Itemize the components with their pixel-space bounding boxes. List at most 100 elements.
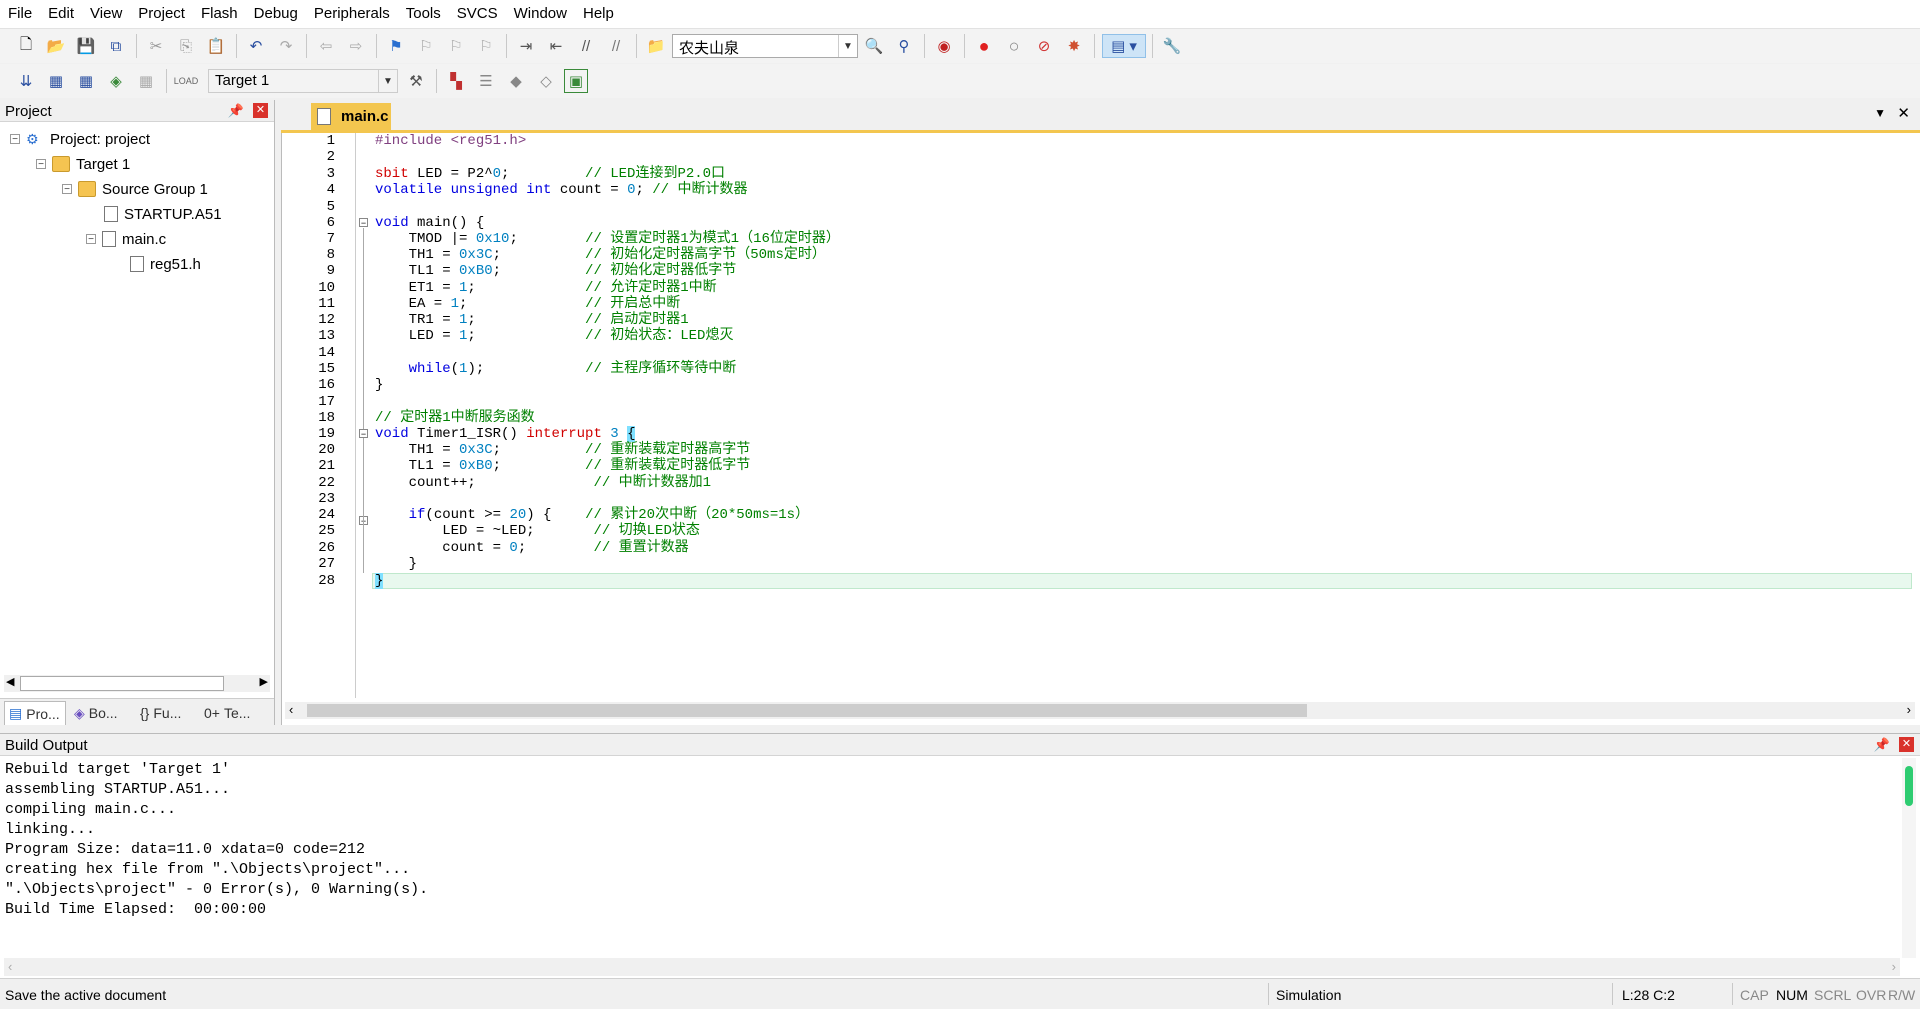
indent-icon[interactable]: ⇥ [514,34,538,58]
scroll-thumb[interactable] [307,704,1307,717]
breakpoint-disable-all-icon[interactable]: ⊘ [1032,34,1056,58]
code-line[interactable]: if(count >= 20) { // 累计20次中断（20*50ms=1s） [375,507,809,523]
tree-file-reg51[interactable]: reg51.h [130,253,201,275]
code-line[interactable]: TL1 = 0xB0; // 重新装载定时器低字节 [375,458,751,474]
scroll-right-icon[interactable]: ▶ [260,675,268,688]
bookmark-next-icon[interactable]: ⚐ [444,34,468,58]
breakpoint-disable-icon[interactable]: ○ [1002,34,1026,58]
debug-session-icon[interactable]: ◉ [932,34,956,58]
breakpoint-insert-icon[interactable]: ● [972,34,996,58]
collapse-icon[interactable]: − [86,234,96,245]
code-line[interactable]: TR1 = 1; // 启动定时器1 [375,312,689,328]
menu-view[interactable]: View [82,0,130,28]
tab-books[interactable]: ◈ Bo... [70,701,130,725]
open-file-icon[interactable]: 📂 [44,34,68,58]
save-all-icon[interactable]: ⧉ [104,34,128,58]
collapse-icon[interactable]: − [62,184,72,195]
pack-installer-icon[interactable]: ◇ [534,69,558,93]
bookmark-prev-icon[interactable]: ⚐ [414,34,438,58]
tab-main-c[interactable]: main.c [311,103,391,130]
undo-icon[interactable]: ↶ [244,34,268,58]
scroll-right-icon[interactable]: › [1907,702,1911,717]
code-line[interactable]: LED = ~LED; // 切换LED状态 [375,523,700,539]
rebuild-icon[interactable]: ▦ [74,69,98,93]
collapse-icon[interactable]: − [36,159,46,170]
save-icon[interactable]: 💾 [74,34,98,58]
code-line[interactable]: count = 0; // 重置计数器 [375,540,688,556]
tree-project-root[interactable]: − ⚙ Project: project [10,128,150,150]
bookmark-toggle-icon[interactable]: ⚑ [384,34,408,58]
menu-peripherals[interactable]: Peripherals [306,0,398,28]
code-line[interactable]: } [375,556,417,572]
configure-icon[interactable]: 🔧 [1160,34,1184,58]
menu-project[interactable]: Project [130,0,193,28]
tree-file-main[interactable]: − main.c [86,228,166,250]
batch-build-icon[interactable]: ◈ [104,69,128,93]
select-packs-icon[interactable]: ☰ [474,69,498,93]
tab-functions[interactable]: {} Fu... [136,701,196,725]
find-combo[interactable]: 农夫山泉 ▼ [672,34,858,58]
build-vscroll[interactable] [1902,758,1916,958]
code-line[interactable]: } [375,377,383,393]
scroll-left-icon[interactable]: ‹ [8,959,12,974]
fold-toggle-icon[interactable]: − [359,429,368,439]
tree-target[interactable]: − Target 1 [36,153,130,175]
scroll-thumb[interactable] [1905,766,1913,806]
find-in-files-icon[interactable]: 📁 [644,34,668,58]
navigate-forward-icon[interactable]: ⇨ [344,34,368,58]
menu-window[interactable]: Window [506,0,575,28]
menu-edit[interactable]: Edit [40,0,82,28]
scroll-right-icon[interactable]: › [1892,959,1896,974]
new-file-icon[interactable]: 🗋 [14,34,38,58]
code-line[interactable]: void main() { [375,215,484,231]
collapse-icon[interactable]: − [10,134,20,145]
scroll-left-icon[interactable]: ◀ [6,675,14,688]
target-options-icon[interactable]: ⚒ [404,69,428,93]
code-line[interactable]: void Timer1_ISR() interrupt 3 { [375,426,636,442]
menu-svcs[interactable]: SVCS [449,0,506,28]
incremental-find-icon[interactable]: ⚲ [892,34,916,58]
window-layout-icon[interactable]: ▤ ▾ [1102,34,1146,58]
chevron-down-icon[interactable]: ▼ [378,70,397,92]
menu-help[interactable]: Help [575,0,622,28]
menu-tools[interactable]: Tools [398,0,449,28]
code-line[interactable]: volatile unsigned int count = 0; // 中断计数… [375,182,748,198]
code-line[interactable]: TH1 = 0x3C; // 重新装载定时器高字节 [375,442,751,458]
translate-icon[interactable]: ⇊ [14,69,38,93]
fold-toggle-icon[interactable]: − [359,218,368,228]
pin-icon[interactable]: 📌 [1874,737,1890,753]
editor-hscroll[interactable]: ‹ › [285,702,1915,719]
manage-rte-icon[interactable]: ◆ [504,69,528,93]
code-line[interactable]: EA = 1; // 开启总中断 [375,296,681,312]
code-line[interactable]: LED = 1; // 初始状态：LED熄灭 [375,328,734,344]
code-line[interactable]: sbit LED = P2^0; // LED连接到P2.0口 [375,166,725,182]
chevron-down-icon[interactable]: ▼ [1874,106,1886,120]
build-hscroll[interactable]: ‹ › [4,958,1900,976]
code-line[interactable]: TMOD |= 0x10; // 设置定时器1为模式1（16位定时器） [375,231,840,247]
cut-icon[interactable]: ✂ [144,34,168,58]
code-line[interactable]: while(1); // 主程序循环等待中断 [375,361,737,377]
project-hscroll[interactable]: ◀ ▶ [4,675,270,692]
menu-flash[interactable]: Flash [193,0,246,28]
close-icon[interactable]: ✕ [1897,104,1910,122]
tab-templates[interactable]: 0+ Te... [200,701,266,725]
code-line[interactable]: TH1 = 0x3C; // 初始化定时器高字节（50ms定时） [375,247,826,263]
tab-project[interactable]: ▤ Pro... [4,701,66,725]
code-line[interactable]: // 定时器1中断服务函数 [375,410,535,426]
chevron-down-icon[interactable]: ▼ [838,35,857,57]
scroll-left-icon[interactable]: ‹ [289,702,293,717]
scroll-thumb[interactable] [20,676,224,691]
breakpoint-kill-all-icon[interactable]: ✸ [1062,34,1086,58]
target-combo[interactable]: Target 1 ▼ [208,69,398,93]
download-icon[interactable]: LOAD [174,69,199,93]
paste-icon[interactable]: 📋 [204,34,228,58]
tree-file-startup[interactable]: STARTUP.A51 [104,203,222,225]
close-icon[interactable]: ✕ [1899,737,1914,752]
copy-icon[interactable]: ⎘ [174,34,198,58]
tree-source-group[interactable]: − Source Group 1 [62,178,208,200]
bookmark-clear-icon[interactable]: ⚐ [474,34,498,58]
code-line[interactable]: #include <reg51.h> [375,133,526,149]
close-icon[interactable]: ✕ [253,103,268,118]
navigate-back-icon[interactable]: ⇦ [314,34,338,58]
code-line[interactable]: TL1 = 0xB0; // 初始化定时器低字节 [375,263,737,279]
